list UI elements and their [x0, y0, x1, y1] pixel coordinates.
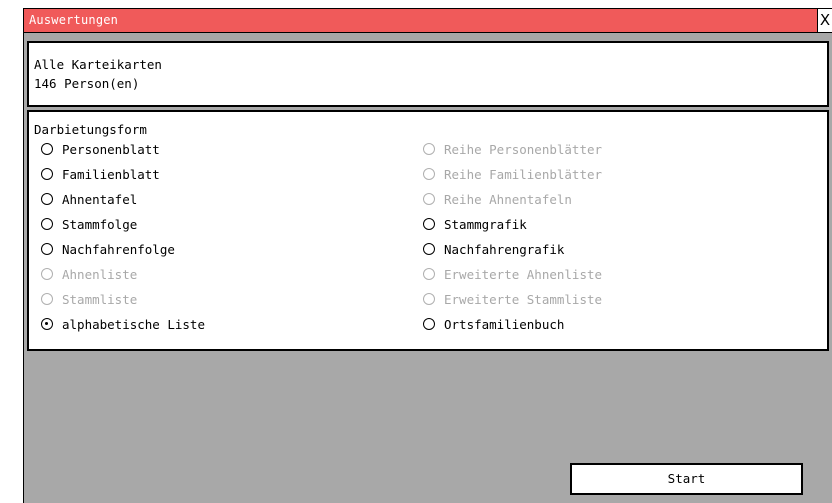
option-label: Familienblatt [62, 166, 160, 182]
option-ortsfamilienbuch[interactable]: Ortsfamilienbuch [423, 314, 564, 334]
option-stammgrafik[interactable]: Stammgrafik [423, 214, 527, 234]
option-erweiterte-ahnenliste: Erweiterte Ahnenliste [423, 264, 602, 284]
option-nachfahrenfolge[interactable]: Nachfahrenfolge [41, 239, 175, 259]
option-label: Nachfahrengrafik [444, 241, 565, 257]
option-reihe-personenblaetter: Reihe Personenblätter [423, 139, 602, 159]
evaluation-window: Auswertungen X Alle Karteikarten 146 Per… [23, 8, 832, 503]
selection-info-panel: Alle Karteikarten 146 Person(en) [27, 41, 829, 107]
radio-button-icon [423, 168, 435, 180]
presentation-form-title: Darbietungsform [34, 122, 147, 137]
option-label: Stammgrafik [444, 216, 527, 232]
radio-button-icon[interactable] [41, 218, 53, 230]
radio-button-icon [41, 268, 53, 280]
person-count-text: 146 Person(en) [34, 76, 140, 91]
option-label: Reihe Ahnentafeln [444, 191, 572, 207]
option-personenblatt[interactable]: Personenblatt [41, 139, 160, 159]
close-button[interactable]: X [817, 9, 832, 32]
start-button[interactable]: Start [570, 463, 803, 495]
option-label: Ortsfamilienbuch [444, 316, 565, 332]
radio-button-icon[interactable] [41, 318, 53, 330]
radio-button-icon [423, 268, 435, 280]
radio-button-icon [423, 193, 435, 205]
option-label: Personenblatt [62, 141, 160, 157]
option-label: Stammliste [62, 291, 138, 307]
option-label: alphabetische Liste [62, 316, 205, 332]
option-ahnenliste: Ahnenliste [41, 264, 137, 284]
radio-button-icon [423, 293, 435, 305]
option-alphabetische-liste[interactable]: alphabetische Liste [41, 314, 205, 334]
radio-button-icon[interactable] [41, 193, 53, 205]
radio-button-icon[interactable] [423, 218, 435, 230]
option-reihe-ahnentafeln: Reihe Ahnentafeln [423, 189, 572, 209]
radio-button-icon[interactable] [423, 243, 435, 255]
option-familienblatt[interactable]: Familienblatt [41, 164, 160, 184]
option-nachfahrengrafik[interactable]: Nachfahrengrafik [423, 239, 564, 259]
option-label: Nachfahrenfolge [62, 241, 175, 257]
radio-button-icon [423, 143, 435, 155]
option-label: Reihe Personenblätter [444, 141, 603, 157]
option-label: Ahnentafel [62, 191, 138, 207]
presentation-form-panel: Darbietungsform Personenblatt Familienbla… [27, 110, 829, 351]
option-ahnentafel[interactable]: Ahnentafel [41, 189, 137, 209]
radio-button-icon[interactable] [423, 318, 435, 330]
radio-button-icon [41, 293, 53, 305]
option-stammliste: Stammliste [41, 289, 137, 309]
option-label: Ahnenliste [62, 266, 138, 282]
title-bar[interactable]: Auswertungen X [24, 9, 832, 33]
option-label: Erweiterte Ahnenliste [444, 266, 603, 282]
option-erweiterte-stammliste: Erweiterte Stammliste [423, 289, 602, 309]
radio-button-icon[interactable] [41, 168, 53, 180]
option-label: Stammfolge [62, 216, 138, 232]
option-reihe-familienblaetter: Reihe Familienblätter [423, 164, 602, 184]
window-title: Auswertungen [29, 13, 119, 27]
radio-button-icon[interactable] [41, 143, 53, 155]
selection-scope-text: Alle Karteikarten [34, 57, 162, 72]
option-label: Erweiterte Stammliste [444, 291, 603, 307]
option-stammfolge[interactable]: Stammfolge [41, 214, 137, 234]
radio-button-icon[interactable] [41, 243, 53, 255]
option-label: Reihe Familienblätter [444, 166, 603, 182]
